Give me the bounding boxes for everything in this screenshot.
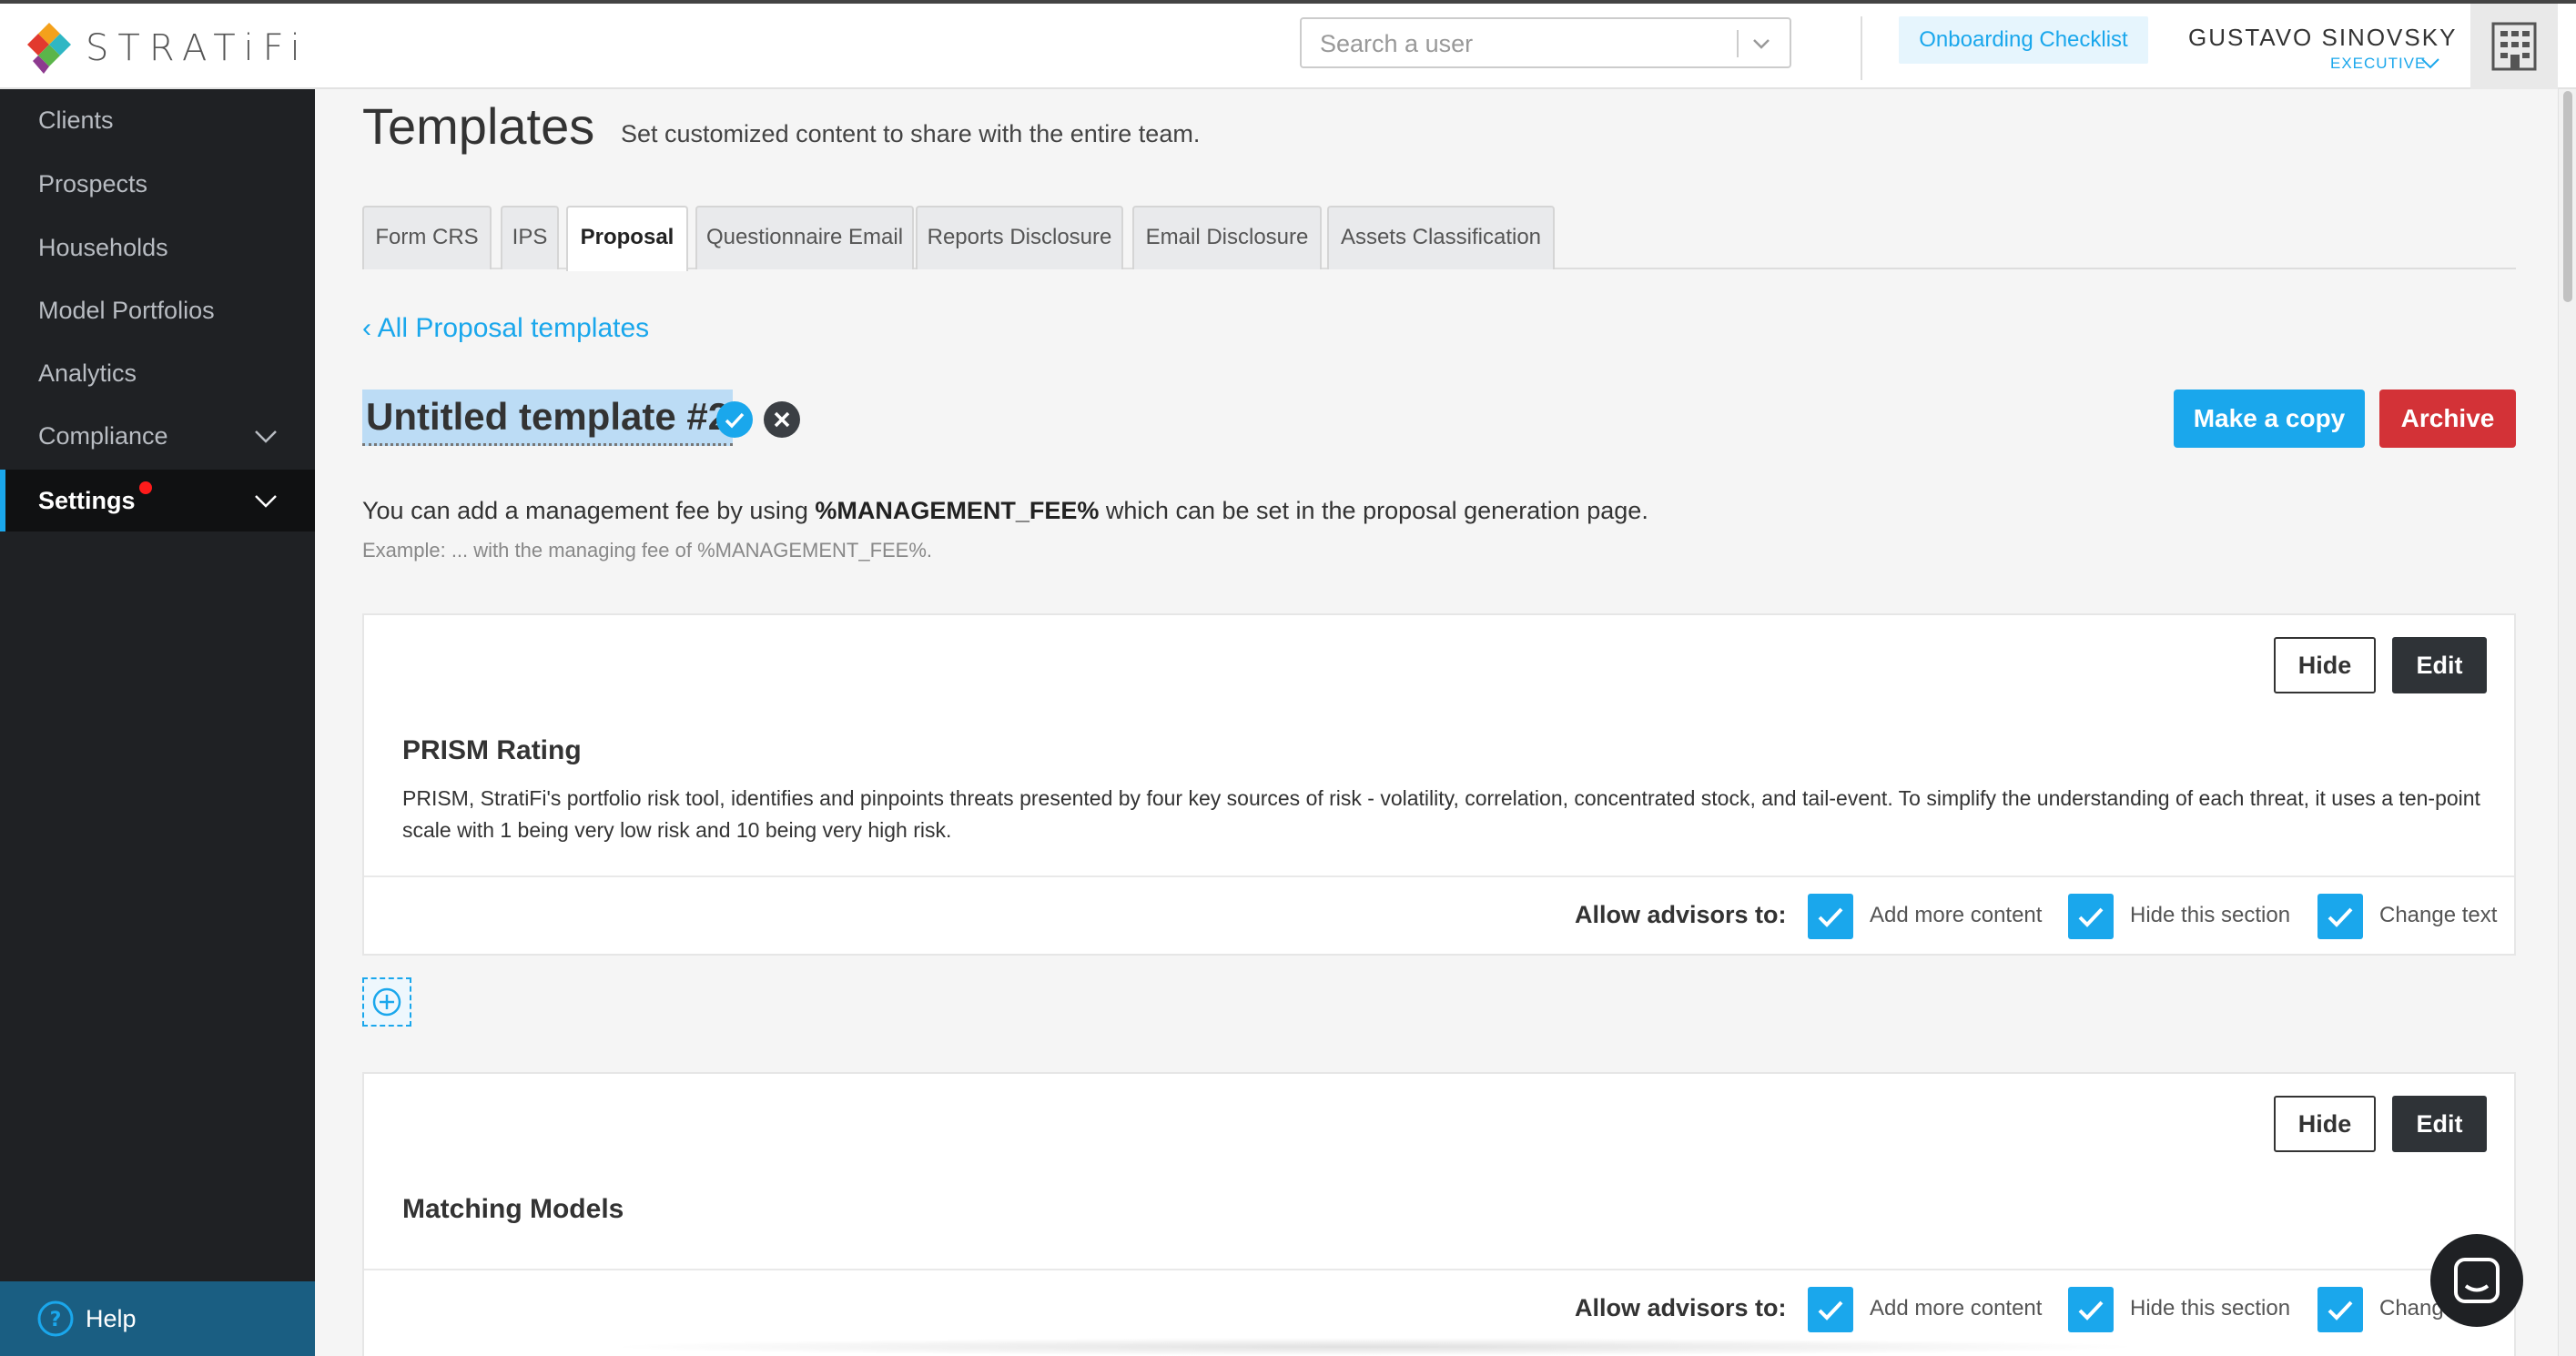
all-proposal-templates-link[interactable]: ‹ All Proposal templates	[362, 313, 649, 344]
bottom-shadow	[601, 1338, 2148, 1356]
allow-advisors-label: Allow advisors to:	[1575, 901, 1787, 928]
edit-section-button[interactable]: Edit	[2392, 1096, 2487, 1152]
archive-button[interactable]: Archive	[2379, 390, 2516, 448]
section-title: PRISM Rating	[402, 735, 582, 765]
allow-advisors-bar: Allow advisors to: Add more content Hide…	[364, 875, 2514, 954]
add-more-content-label: Add more content	[1870, 903, 2043, 927]
tab-questionnaire-email[interactable]: Questionnaire Email	[695, 206, 914, 269]
chevron-down-icon	[255, 495, 277, 508]
info-text-after: which can be set in the proposal generat…	[1099, 497, 1648, 524]
search-placeholder: Search a user	[1320, 30, 1474, 57]
page-title: Templates	[362, 97, 595, 155]
top-header: STRATiFi Search a user Onboarding Checkl…	[0, 0, 2576, 89]
add-section-button[interactable]	[362, 977, 411, 1027]
add-more-content-label: Add more content	[1870, 1296, 2043, 1321]
section-card-matching-models: Hide Edit Matching Models Allow advisors…	[362, 1072, 2516, 1356]
add-more-content-checkbox[interactable]	[1808, 894, 1853, 939]
edit-section-button[interactable]: Edit	[2392, 637, 2487, 693]
checkmark-icon	[1818, 1300, 1843, 1321]
sidebar-item-settings[interactable]: Settings	[0, 470, 315, 531]
sidebar-item-model-portfolios[interactable]: Model Portfolios	[0, 279, 315, 341]
change-text-label: Change text	[2379, 903, 2498, 927]
sidebar-item-prospects[interactable]: Prospects	[0, 153, 315, 215]
management-fee-example: Example: ... with the managing fee of %M…	[362, 539, 933, 562]
sidebar-item-compliance[interactable]: Compliance	[0, 405, 315, 467]
template-name-input[interactable]: Untitled template #2	[362, 390, 734, 446]
plus-circle-icon	[372, 987, 401, 1017]
notification-dot	[138, 481, 152, 494]
chevron-down-icon	[255, 430, 277, 443]
section-title: Matching Models	[402, 1194, 624, 1224]
checkmark-icon	[2328, 907, 2353, 927]
sidebar-item-clients[interactable]: Clients	[0, 89, 315, 151]
header-divider	[1861, 16, 1862, 80]
template-tabs: Form CRS IPS Proposal Questionnaire Emai…	[362, 206, 2516, 271]
chevron-down-icon[interactable]	[2419, 55, 2441, 73]
checkmark-icon	[2328, 1300, 2353, 1321]
hide-this-section-label: Hide this section	[2130, 1296, 2291, 1321]
cancel-close-icon[interactable]	[763, 400, 801, 439]
sidebar: Clients Prospects Households Model Portf…	[0, 89, 315, 1356]
checkmark-icon	[2078, 1300, 2104, 1321]
hide-section-button[interactable]: Hide	[2274, 637, 2376, 693]
sidebar-item-label: Settings	[38, 487, 136, 514]
allow-advisors-label: Allow advisors to:	[1575, 1294, 1787, 1321]
scrollbar-thumb[interactable]	[2563, 91, 2572, 302]
user-search-select[interactable]: Search a user	[1300, 17, 1791, 68]
help-button[interactable]: ? Help	[0, 1281, 315, 1356]
section-card-prism-rating: Hide Edit PRISM Rating PRISM, StratiFi's…	[362, 613, 2516, 956]
tab-email-disclosure[interactable]: Email Disclosure	[1132, 206, 1322, 269]
svg-text:?: ?	[50, 1309, 62, 1331]
user-name[interactable]: GUSTAVO SINOVSKY	[2188, 24, 2457, 52]
hide-section-button[interactable]: Hide	[2274, 1096, 2376, 1152]
checkmark-icon	[2078, 907, 2104, 927]
brand-logo[interactable]: STRATiFi	[25, 20, 309, 76]
tab-form-crs[interactable]: Form CRS	[362, 206, 492, 269]
page-scrollbar[interactable]	[2558, 89, 2576, 1356]
chat-icon	[2454, 1258, 2500, 1303]
stratifi-logo-icon	[27, 23, 71, 74]
page-subtitle: Set customized content to share with the…	[621, 120, 1201, 147]
company-switch-button[interactable]	[2470, 4, 2558, 89]
chevron-down-icon[interactable]	[1749, 32, 1773, 56]
info-text-before: You can add a management fee by using	[362, 497, 816, 524]
sidebar-item-analytics[interactable]: Analytics	[0, 342, 315, 404]
confirm-check-icon[interactable]	[715, 400, 754, 439]
management-fee-info: You can add a management fee by using %M…	[362, 497, 1648, 525]
hide-this-section-checkbox[interactable]	[2068, 1287, 2114, 1332]
tab-reports-disclosure[interactable]: Reports Disclosure	[916, 206, 1123, 269]
section-body: PRISM, StratiFi's portfolio risk tool, i…	[402, 786, 2480, 842]
change-text-checkbox[interactable]	[2317, 1287, 2363, 1332]
add-more-content-checkbox[interactable]	[1808, 1287, 1853, 1332]
sidebar-item-label: Compliance	[38, 422, 168, 450]
user-role[interactable]: EXECUTIVE	[2330, 55, 2426, 73]
allow-advisors-bar: Allow advisors to: Add more content Hide…	[364, 1269, 2514, 1347]
sidebar-item-households[interactable]: Households	[0, 217, 315, 278]
tab-proposal[interactable]: Proposal	[566, 206, 688, 271]
building-icon	[2491, 22, 2537, 71]
hide-this-section-checkbox[interactable]	[2068, 894, 2114, 939]
chat-launcher-button[interactable]	[2430, 1234, 2523, 1327]
make-copy-button[interactable]: Make a copy	[2174, 390, 2365, 448]
help-label: Help	[86, 1305, 137, 1332]
tab-assets-classification[interactable]: Assets Classification	[1327, 206, 1555, 269]
hide-this-section-label: Hide this section	[2130, 903, 2291, 927]
search-separator	[1737, 30, 1739, 57]
question-circle-icon: ?	[37, 1300, 74, 1337]
checkmark-icon	[1818, 907, 1843, 927]
brand-name: STRATiFi	[86, 27, 309, 69]
change-text-checkbox[interactable]	[2317, 894, 2363, 939]
management-fee-token: %MANAGEMENT_FEE%	[815, 497, 1100, 524]
onboarding-checklist-button[interactable]: Onboarding Checklist	[1899, 16, 2148, 64]
tab-ips[interactable]: IPS	[501, 206, 559, 269]
